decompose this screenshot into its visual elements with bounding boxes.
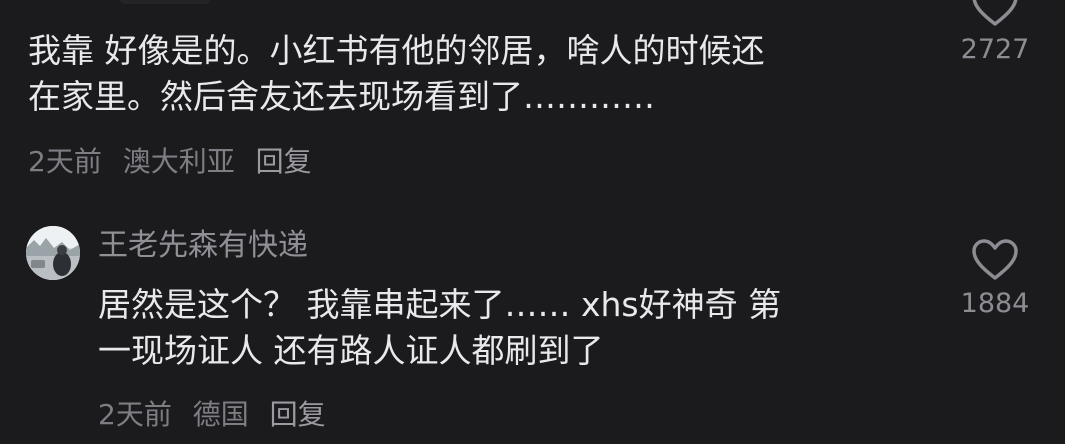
comment-username[interactable]: 王老先森有快递: [98, 228, 308, 264]
like-count: 1884: [960, 288, 1030, 319]
comment-meta: 2天前 澳大利亚 回复: [28, 145, 324, 179]
reply-button[interactable]: 回复: [270, 398, 326, 431]
partial-username-cut-off: [120, 0, 210, 4]
like-button[interactable]: 1884: [945, 238, 1045, 320]
heart-outline-icon: [972, 239, 1018, 280]
comment-text[interactable]: 我靠 好像是的。小红书有他的邻居，啥人的时候还 在家里。然后舍友还去现场看到了……: [28, 28, 765, 120]
comment-text-line: 一现场证人 还有路人证人都刷到了: [98, 331, 604, 370]
comment-text-line: 我靠 好像是的。小红书有他的邻居，啥人的时候还: [28, 31, 765, 70]
comment-text-line: 在家里。然后舍友还去现场看到了…………: [28, 77, 655, 116]
heart-outline-icon: [972, 0, 1018, 26]
like-count: 2727: [960, 34, 1030, 65]
like-button[interactable]: 2727: [945, 0, 1045, 66]
avatar-image: [26, 226, 80, 280]
comment-time: 2天前: [98, 398, 172, 431]
comment-list: 我靠 好像是的。小红书有他的邻居，啥人的时候还 在家里。然后舍友还去现场看到了……: [0, 0, 1065, 444]
avatar[interactable]: [26, 226, 80, 280]
comment-location: 澳大利亚: [122, 145, 235, 178]
comment-text[interactable]: 居然是这个？ 我靠串起来了…… xhs好神奇 第 一现场证人 还有路人证人都刷到…: [98, 282, 781, 374]
comment-meta: 2天前 德国 回复: [98, 398, 338, 432]
comment-time: 2天前: [28, 145, 102, 178]
comment-text-line: 居然是这个？ 我靠串起来了…… xhs好神奇 第: [98, 285, 782, 324]
reply-button[interactable]: 回复: [256, 145, 312, 178]
comment-location: 德国: [192, 398, 249, 431]
